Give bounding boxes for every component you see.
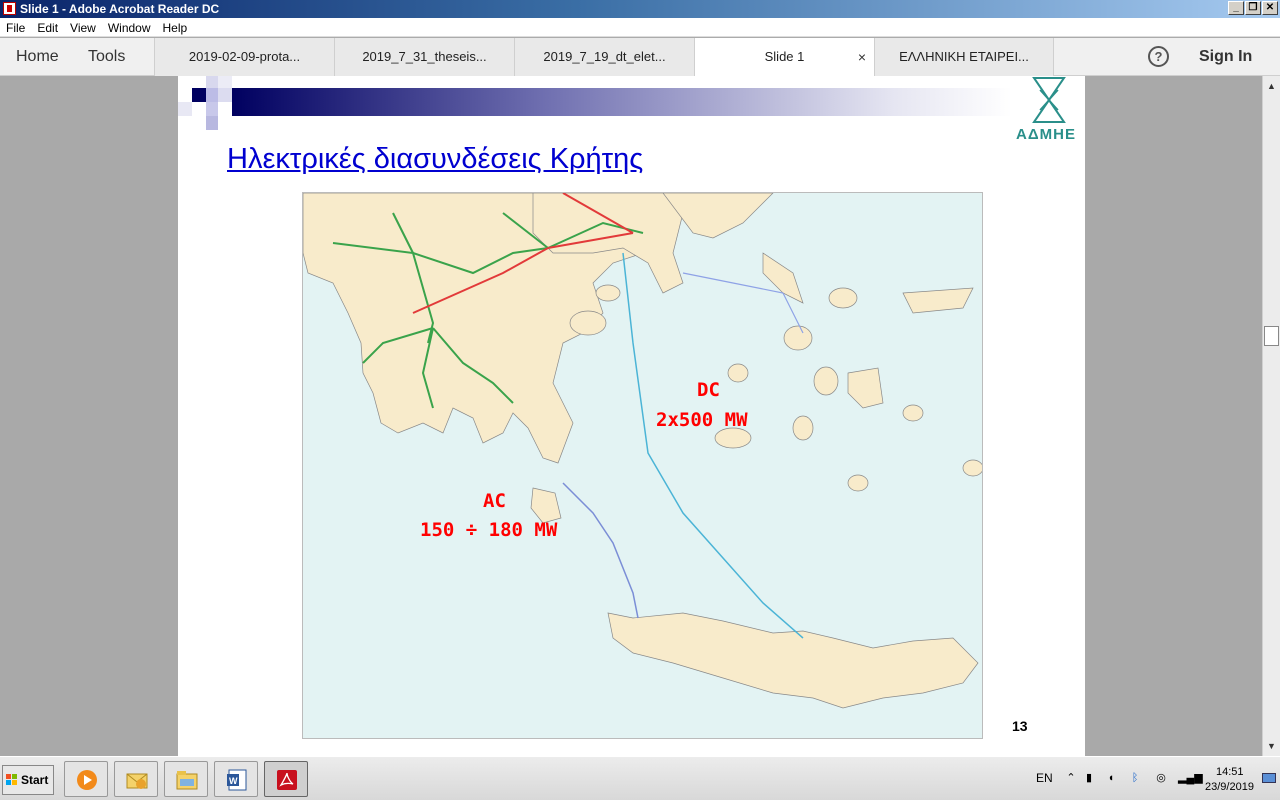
- outlook-icon: [126, 773, 148, 789]
- page-number: 13: [1012, 718, 1028, 734]
- taskbar: Start W EN ⌃ ▮ ◖ ᛒ ◎ ▂▄▆ 14:51 23/9/2019: [0, 756, 1280, 800]
- logo-mark-icon: [1032, 77, 1066, 123]
- acrobat-icon: [277, 770, 297, 790]
- restore-button[interactable]: ❐: [1245, 1, 1261, 15]
- sign-in-button[interactable]: Sign In: [1199, 48, 1252, 66]
- scroll-thumb[interactable]: [1264, 326, 1279, 346]
- svg-text:W: W: [229, 776, 238, 786]
- title-bar: Slide 1 - Adobe Acrobat Reader DC _ ❐ ✕: [0, 0, 1280, 18]
- slide-page: ΑΔΜΗΕ Ηλεκτρικές διασυνδέσεις Κρήτης DC …: [178, 76, 1085, 756]
- tab-label: Slide 1: [764, 49, 805, 64]
- tab-slide-1[interactable]: Slide 1 ×: [694, 38, 874, 76]
- tab-document-3[interactable]: 2019_7_19_dt_elet...: [514, 38, 694, 76]
- system-tray: EN ⌃ ▮ ◖ ᛒ ◎ ▂▄▆ 14:51 23/9/2019: [1036, 757, 1280, 800]
- menu-window[interactable]: Window: [102, 18, 157, 35]
- tab-label: 2019_7_19_dt_elet...: [543, 49, 666, 64]
- taskbar-explorer[interactable]: [164, 761, 208, 797]
- start-button[interactable]: Start: [2, 765, 54, 795]
- windows-flag-icon: [6, 774, 17, 785]
- scroll-down-icon[interactable]: ▼: [1263, 738, 1280, 754]
- start-label: Start: [21, 773, 49, 787]
- document-viewport[interactable]: ΑΔΜΗΕ Ηλεκτρικές διασυνδέσεις Κρήτης DC …: [0, 76, 1262, 756]
- clock-time[interactable]: 14:51: [1216, 766, 1244, 778]
- scroll-up-icon[interactable]: ▲: [1263, 78, 1280, 94]
- explorer-icon: [176, 771, 198, 790]
- minimize-button[interactable]: _: [1228, 1, 1244, 15]
- word-icon: W: [227, 769, 247, 791]
- media-player-icon: [77, 770, 97, 790]
- header-decoration: [178, 76, 1012, 132]
- tab-label: 2019_7_31_theseis...: [362, 49, 487, 64]
- close-window-button[interactable]: ✕: [1262, 1, 1278, 15]
- dc-capacity-label: 2x500 MW: [656, 409, 748, 431]
- admie-logo: ΑΔΜΗΕ: [1014, 76, 1084, 156]
- interconnection-map: DC 2x500 MW AC 150 ÷ 180 MW: [302, 192, 984, 739]
- help-icon[interactable]: ?: [1148, 46, 1169, 67]
- tab-document-5[interactable]: ΕΛΛΗΝΙΚΗ ΕΤΑΙΡΕΙ...: [874, 38, 1054, 76]
- show-hidden-icons-icon[interactable]: ⌃: [1064, 771, 1078, 785]
- menu-file[interactable]: File: [0, 18, 31, 35]
- taskbar-media-player[interactable]: [64, 761, 108, 797]
- usb-device-icon[interactable]: ▮: [1082, 771, 1096, 785]
- dc-label: DC: [697, 379, 720, 401]
- menu-edit[interactable]: Edit: [31, 18, 64, 35]
- language-indicator[interactable]: EN: [1036, 771, 1053, 785]
- logo-text: ΑΔΜΗΕ: [1016, 126, 1076, 143]
- network-signal-icon[interactable]: ▂▄▆: [1178, 771, 1203, 785]
- taskbar-outlook[interactable]: [114, 761, 158, 797]
- map-graphic: [302, 192, 984, 709]
- tab-bar: Home Tools 2019-02-09-prota... 2019_7_31…: [0, 38, 1280, 76]
- close-tab-icon[interactable]: ×: [858, 38, 866, 76]
- clock-date[interactable]: 23/9/2019: [1205, 781, 1254, 793]
- ac-label: AC: [483, 490, 506, 512]
- slide-title-link[interactable]: Ηλεκτρικές διασυνδέσεις Κρήτης: [227, 143, 643, 176]
- menu-view[interactable]: View: [64, 18, 102, 35]
- tab-document-1[interactable]: 2019-02-09-prota...: [154, 38, 334, 76]
- acrobat-app-icon: [3, 2, 16, 15]
- menu-help[interactable]: Help: [157, 18, 194, 35]
- tab-label: ΕΛΛΗΝΙΚΗ ΕΤΑΙΡΕΙ...: [899, 49, 1029, 64]
- bluetooth-icon[interactable]: ᛒ: [1128, 771, 1142, 785]
- vertical-scrollbar[interactable]: ▲ ▼: [1262, 76, 1280, 756]
- taskbar-word[interactable]: W: [214, 761, 258, 797]
- security-icon[interactable]: ◎: [1154, 771, 1168, 785]
- tab-document-2[interactable]: 2019_7_31_theseis...: [334, 38, 514, 76]
- volume-muted-icon[interactable]: ◖: [1104, 771, 1118, 785]
- nav-tools[interactable]: Tools: [88, 48, 125, 66]
- tab-label: 2019-02-09-prota...: [188, 49, 301, 64]
- menu-bar: File Edit View Window Help: [0, 18, 1280, 37]
- show-desktop-icon[interactable]: [1262, 773, 1276, 783]
- ac-capacity-label: 150 ÷ 180 MW: [420, 519, 558, 541]
- taskbar-acrobat[interactable]: [264, 761, 308, 797]
- nav-home[interactable]: Home: [16, 48, 59, 66]
- window-title: Slide 1 - Adobe Acrobat Reader DC: [20, 2, 220, 16]
